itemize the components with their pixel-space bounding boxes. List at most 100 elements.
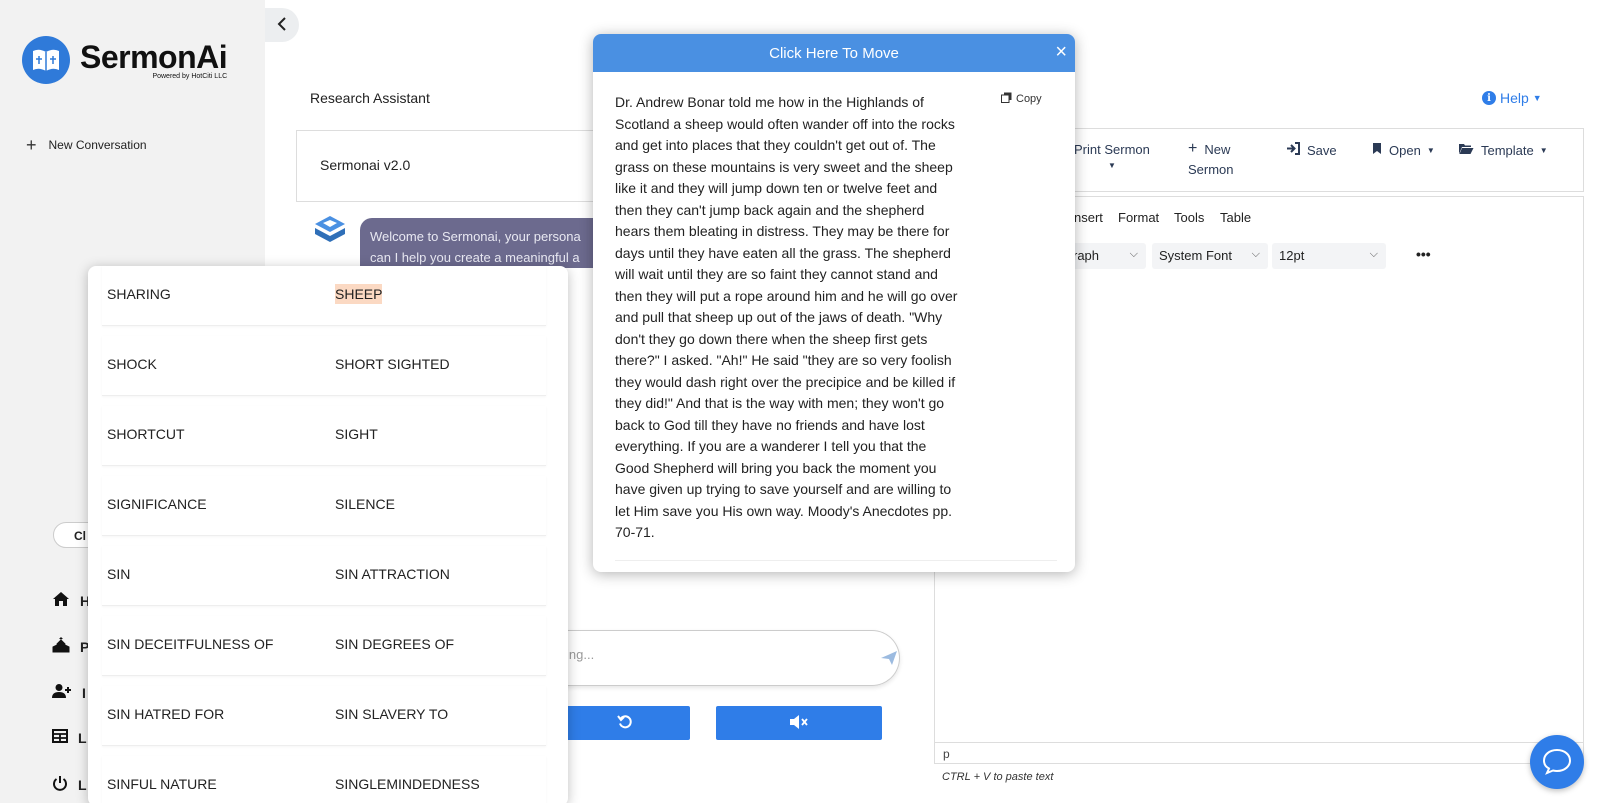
- topic-row: SIGNIFICANCE SILENCE: [102, 476, 546, 536]
- element-path: p: [943, 747, 950, 761]
- topic-item[interactable]: SIGHT: [335, 426, 378, 442]
- topic-item[interactable]: SHARING: [107, 286, 171, 302]
- chevron-down-icon: ⌵: [1251, 248, 1260, 260]
- topic-item[interactable]: SIN DEGREES OF: [335, 636, 454, 652]
- illustration-line: don't they go down there when the sheep …: [615, 330, 928, 347]
- chat-support-button[interactable]: [1530, 735, 1584, 789]
- template-dropdown[interactable]: Template ▼: [1458, 142, 1548, 158]
- illustration-line: and get into places that they couldn't g…: [615, 137, 936, 153]
- caret-down-icon: ▼: [1426, 145, 1435, 155]
- illustration-line: they did!" And that is the way with men;…: [615, 395, 945, 411]
- font-size-select[interactable]: 12pt ⌵: [1272, 243, 1386, 269]
- topic-row: SHARING SHEEP: [102, 266, 546, 326]
- topic-item[interactable]: SHOCK: [107, 356, 157, 372]
- topic-item[interactable]: SINGLEMINDEDNESS: [335, 776, 480, 792]
- illustration-line: everything. If you are a wanderer I tell…: [615, 438, 927, 454]
- collapse-sidebar-button[interactable]: [265, 8, 299, 42]
- refresh-icon: [617, 714, 633, 733]
- topic-item[interactable]: SIN HATRED FOR: [107, 706, 224, 722]
- new-conversation-button[interactable]: + New Conversation: [26, 135, 147, 155]
- illustration-line: days until they have eaten all the grass…: [615, 244, 951, 261]
- topic-row: SHORTCUT SIGHT: [102, 406, 546, 466]
- power-icon: [52, 775, 68, 794]
- topic-item-selected[interactable]: SHEEP: [335, 284, 383, 304]
- topic-item[interactable]: SIN SLAVERY TO: [335, 706, 448, 722]
- modal-drag-header[interactable]: Click Here To Move ×: [593, 34, 1075, 72]
- font-family-select[interactable]: System Font ⌵: [1152, 243, 1268, 269]
- open-dropdown[interactable]: Open ▼: [1372, 142, 1435, 158]
- illustration-line: there?" I asked. "Ah!" He said "they are…: [615, 352, 952, 368]
- send-icon[interactable]: [880, 650, 898, 669]
- sidebar-item-label: I: [82, 684, 86, 701]
- user-plus-icon: [52, 683, 72, 702]
- plus-icon: +: [26, 135, 37, 155]
- topic-item[interactable]: SIN: [107, 566, 130, 582]
- illustration-line: back to God till they have no friends an…: [615, 416, 925, 433]
- topic-row: SINFUL NATURE SINGLEMINDEDNESS: [102, 756, 546, 803]
- topic-item[interactable]: SHORT SIGHTED: [335, 356, 450, 372]
- volume-mute-icon: [789, 714, 809, 733]
- print-sermon-button[interactable]: Print Sermon ▼: [1074, 142, 1150, 170]
- mute-button[interactable]: [716, 706, 882, 740]
- close-icon[interactable]: ×: [1055, 42, 1067, 62]
- info-icon: i: [1482, 91, 1496, 105]
- illustration-modal: Click Here To Move × Copy Dr. Andrew Bon…: [593, 34, 1075, 572]
- copy-button[interactable]: Copy: [1001, 92, 1042, 106]
- new-sermon-label-2: Sermon: [1188, 162, 1234, 177]
- sidebar-item-church[interactable]: P: [52, 637, 89, 656]
- illustration-line: like it and they will jump down ten or t…: [615, 180, 938, 196]
- sidebar-item-home[interactable]: H: [52, 591, 90, 610]
- modal-divider: [615, 560, 1057, 561]
- modal-header-title: Click Here To Move: [769, 45, 899, 62]
- topic-item[interactable]: SIN DECEITFULNESS OF: [107, 636, 273, 652]
- topic-row: SHOCK SHORT SIGHTED: [102, 336, 546, 396]
- illustration-line: and pull that sheep up out of the jaws o…: [615, 309, 943, 325]
- topic-item[interactable]: SIGNIFICANCE: [107, 496, 207, 512]
- help-dropdown[interactable]: i Help ▼: [1482, 90, 1542, 106]
- home-icon: [52, 591, 70, 610]
- message-input[interactable]: ing...: [560, 630, 900, 686]
- model-label: Sermonai v2.0: [320, 157, 411, 173]
- sidebar-item-library[interactable]: L: [52, 729, 87, 746]
- caret-down-icon: ▼: [1539, 145, 1548, 155]
- sidebar-item-label: L: [78, 776, 87, 793]
- illustration-line: they would dash right over the precipice…: [615, 373, 956, 390]
- logo[interactable]: SermonAi Powered by HotCiti LLC: [22, 36, 228, 84]
- print-sermon-label: Print Sermon: [1074, 142, 1150, 157]
- illustration-line: Good Shepherd will bring you back the mo…: [615, 459, 937, 476]
- menu-insert[interactable]: nsert: [1074, 210, 1103, 225]
- table-icon: [52, 729, 68, 746]
- topic-item[interactable]: SILENCE: [335, 496, 395, 512]
- chevron-down-icon: ⌵: [1129, 248, 1138, 260]
- illustration-line: then they will put a rope around him and…: [615, 287, 958, 304]
- menu-tools[interactable]: Tools: [1174, 210, 1204, 225]
- new-sermon-button[interactable]: + New Sermon: [1188, 141, 1234, 178]
- caret-down-icon: ▼: [1107, 161, 1116, 170]
- illustration-line: let Him save you His own way. Moody's An…: [615, 502, 953, 519]
- new-conversation-label: New Conversation: [48, 138, 147, 152]
- save-button[interactable]: Save: [1286, 142, 1337, 158]
- block-format-select[interactable]: raph ⌵: [1066, 243, 1146, 269]
- illustration-line: have given up trying to save yourself an…: [615, 481, 952, 497]
- more-options-button[interactable]: •••: [1416, 246, 1431, 262]
- sidebar-item-invite[interactable]: I: [52, 683, 86, 702]
- topic-row: SIN HATRED FOR SIN SLAVERY TO: [102, 686, 546, 746]
- topic-item[interactable]: SIN ATTRACTION: [335, 566, 450, 582]
- illustration-line: Dr. Andrew Bonar told me how in the High…: [615, 94, 924, 110]
- topic-item[interactable]: SINFUL NATURE: [107, 776, 217, 792]
- welcome-message: Welcome to Sermonai, your persona can I …: [360, 218, 600, 268]
- menu-format[interactable]: Format: [1118, 210, 1159, 225]
- template-label: Template: [1481, 142, 1534, 158]
- regenerate-button[interactable]: [560, 706, 690, 740]
- menu-table[interactable]: Table: [1220, 210, 1251, 225]
- model-selector[interactable]: Sermonai v2.0: [296, 130, 596, 202]
- copy-label: Copy: [1016, 93, 1042, 105]
- new-sermon-label: New: [1204, 142, 1231, 157]
- illustration-line: Scotland a sheep would often wander off …: [615, 115, 955, 132]
- topic-row: SIN DECEITFULNESS OF SIN DEGREES OF: [102, 616, 546, 676]
- copy-icon: [1001, 92, 1012, 106]
- paste-hint: CTRL + V to paste text: [942, 771, 1054, 783]
- sidebar-item-logout[interactable]: L: [52, 775, 87, 794]
- save-label: Save: [1307, 142, 1337, 158]
- topic-item[interactable]: SHORTCUT: [107, 426, 185, 442]
